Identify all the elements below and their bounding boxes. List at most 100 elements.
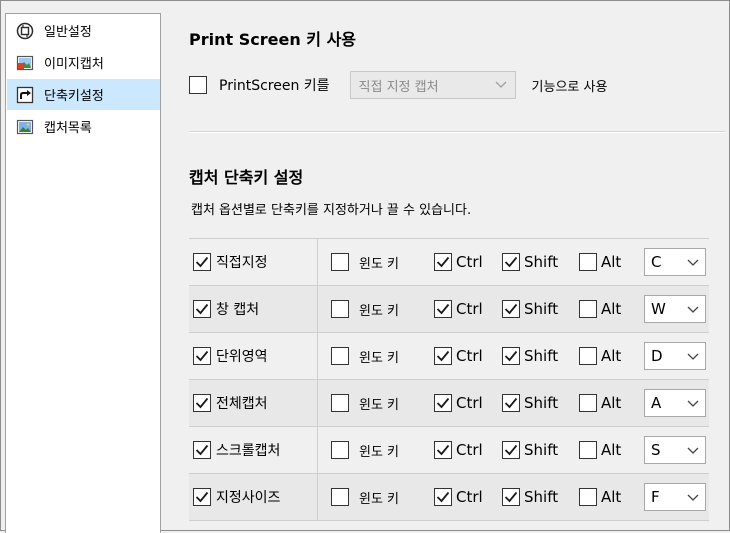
shortcut-enabled-checkbox[interactable] — [193, 488, 211, 506]
win-label: 윈도 키 — [359, 303, 400, 319]
win-key-checkbox[interactable] — [331, 488, 349, 506]
chevron-down-icon — [687, 441, 699, 459]
sidebar-item-label: 캡처목록 — [44, 121, 92, 136]
key-select[interactable]: F — [644, 483, 706, 511]
shift-label: Shift — [524, 300, 559, 318]
shortcut-name-label: 스크롤캡처 — [216, 443, 281, 459]
win-key-checkbox[interactable] — [331, 394, 349, 412]
win-key-checkbox[interactable] — [331, 347, 349, 365]
alt-label: Alt — [601, 394, 622, 412]
shift-option: Shift — [502, 474, 558, 520]
shortcut-enabled-checkbox[interactable] — [193, 253, 211, 271]
shift-checkbox[interactable] — [502, 253, 520, 271]
key-select-value: A — [651, 394, 662, 412]
ctrl-checkbox[interactable] — [434, 394, 452, 412]
printscreen-suffix: 기능으로 사용 — [531, 79, 608, 95]
win-option: 윈도 키 — [331, 286, 399, 332]
ctrl-checkbox[interactable] — [434, 300, 452, 318]
alt-checkbox[interactable] — [579, 488, 597, 506]
key-select[interactable]: W — [644, 295, 706, 323]
key-select-value: C — [651, 253, 662, 271]
sidebar-item-capture-list[interactable]: 캡처목록 — [7, 111, 160, 142]
shift-checkbox[interactable] — [502, 347, 520, 365]
sidebar-item-image-capture[interactable]: 이미지캡처 — [7, 47, 160, 78]
shortcut-enabled-checkbox[interactable] — [193, 347, 211, 365]
sidebar-item-label: 일반설정 — [44, 25, 92, 40]
alt-option: Alt — [579, 239, 621, 285]
shift-label: Shift — [524, 394, 559, 412]
shortcut-icon — [16, 86, 34, 104]
key-select[interactable]: C — [644, 248, 706, 276]
win-label: 윈도 키 — [359, 397, 400, 413]
dropdown-value: 직접 지정 캡처 — [358, 79, 439, 95]
ctrl-checkbox[interactable] — [434, 441, 452, 459]
shortcut-enabled-checkbox[interactable] — [193, 394, 211, 412]
alt-checkbox[interactable] — [579, 394, 597, 412]
shortcut-settings-panel: Print Screen 키 사용 PrintScreen 키를 직접 지정 캡… — [169, 1, 729, 532]
chevron-down-icon — [687, 347, 699, 365]
shortcut-name-label: 지정사이즈 — [216, 490, 281, 506]
shortcut-name-label: 전체캡처 — [216, 396, 268, 412]
alt-checkbox[interactable] — [579, 441, 597, 459]
capture-list-icon — [16, 118, 34, 136]
printscreen-row: PrintScreen 키를 직접 지정 캡처 기능으로 사용 — [189, 71, 709, 99]
alt-option: Alt — [579, 474, 621, 520]
chevron-down-icon — [495, 78, 507, 93]
key-select-value: S — [651, 441, 661, 459]
win-option: 윈도 키 — [331, 333, 399, 379]
shift-checkbox[interactable] — [502, 441, 520, 459]
win-option: 윈도 키 — [331, 380, 399, 426]
key-select-value: F — [651, 488, 660, 506]
ctrl-option: Ctrl — [434, 239, 483, 285]
win-option: 윈도 키 — [331, 474, 399, 520]
shift-option: Shift — [502, 286, 558, 332]
shift-checkbox[interactable] — [502, 394, 520, 412]
shift-checkbox[interactable] — [502, 300, 520, 318]
win-key-checkbox[interactable] — [331, 300, 349, 318]
sidebar-item-shortcuts[interactable]: 단축키설정 — [7, 79, 160, 110]
shift-label: Shift — [524, 347, 559, 365]
shortcut-row: 지정사이즈 윈도 키 Ctrl Shift Alt F — [189, 474, 709, 521]
ctrl-label: Ctrl — [456, 253, 483, 271]
shift-label: Shift — [524, 441, 559, 459]
section-divider — [189, 131, 725, 133]
shortcut-row: 창 캡처 윈도 키 Ctrl Shift Alt W — [189, 286, 709, 333]
alt-label: Alt — [601, 347, 622, 365]
alt-option: Alt — [579, 286, 621, 332]
shortcut-enabled-checkbox[interactable] — [193, 441, 211, 459]
win-key-checkbox[interactable] — [331, 441, 349, 459]
alt-option: Alt — [579, 333, 621, 379]
win-label: 윈도 키 — [359, 256, 400, 272]
alt-checkbox[interactable] — [579, 300, 597, 318]
shortcut-row: 단위영역 윈도 키 Ctrl Shift Alt D — [189, 333, 709, 380]
shift-option: Shift — [502, 239, 558, 285]
win-label: 윈도 키 — [359, 350, 400, 366]
ctrl-option: Ctrl — [434, 474, 483, 520]
printscreen-function-dropdown[interactable]: 직접 지정 캡처 — [349, 71, 516, 99]
ctrl-label: Ctrl — [456, 488, 483, 506]
ctrl-option: Ctrl — [434, 333, 483, 379]
win-key-checkbox[interactable] — [331, 253, 349, 271]
shift-checkbox[interactable] — [502, 488, 520, 506]
sidebar-item-general[interactable]: 일반설정 — [7, 15, 160, 46]
ctrl-checkbox[interactable] — [434, 347, 452, 365]
image-capture-icon — [16, 54, 34, 72]
sidebar-item-label: 단축키설정 — [44, 89, 104, 104]
ctrl-checkbox[interactable] — [434, 488, 452, 506]
ctrl-checkbox[interactable] — [434, 253, 452, 271]
ctrl-option: Ctrl — [434, 380, 483, 426]
ctrl-label: Ctrl — [456, 441, 483, 459]
chevron-down-icon — [687, 300, 699, 318]
key-select[interactable]: A — [644, 389, 706, 417]
shortcut-enabled-checkbox[interactable] — [193, 300, 211, 318]
key-select[interactable]: D — [644, 342, 706, 370]
shortcut-row: 스크롤캡처 윈도 키 Ctrl Shift Alt S — [189, 427, 709, 474]
shift-option: Shift — [502, 427, 558, 473]
key-select[interactable]: S — [644, 436, 706, 464]
alt-checkbox[interactable] — [579, 253, 597, 271]
ctrl-label: Ctrl — [456, 347, 483, 365]
printscreen-checkbox[interactable] — [189, 76, 207, 94]
key-select-value: D — [651, 347, 663, 365]
alt-checkbox[interactable] — [579, 347, 597, 365]
shortcut-name-cell: 단위영역 — [189, 333, 318, 379]
